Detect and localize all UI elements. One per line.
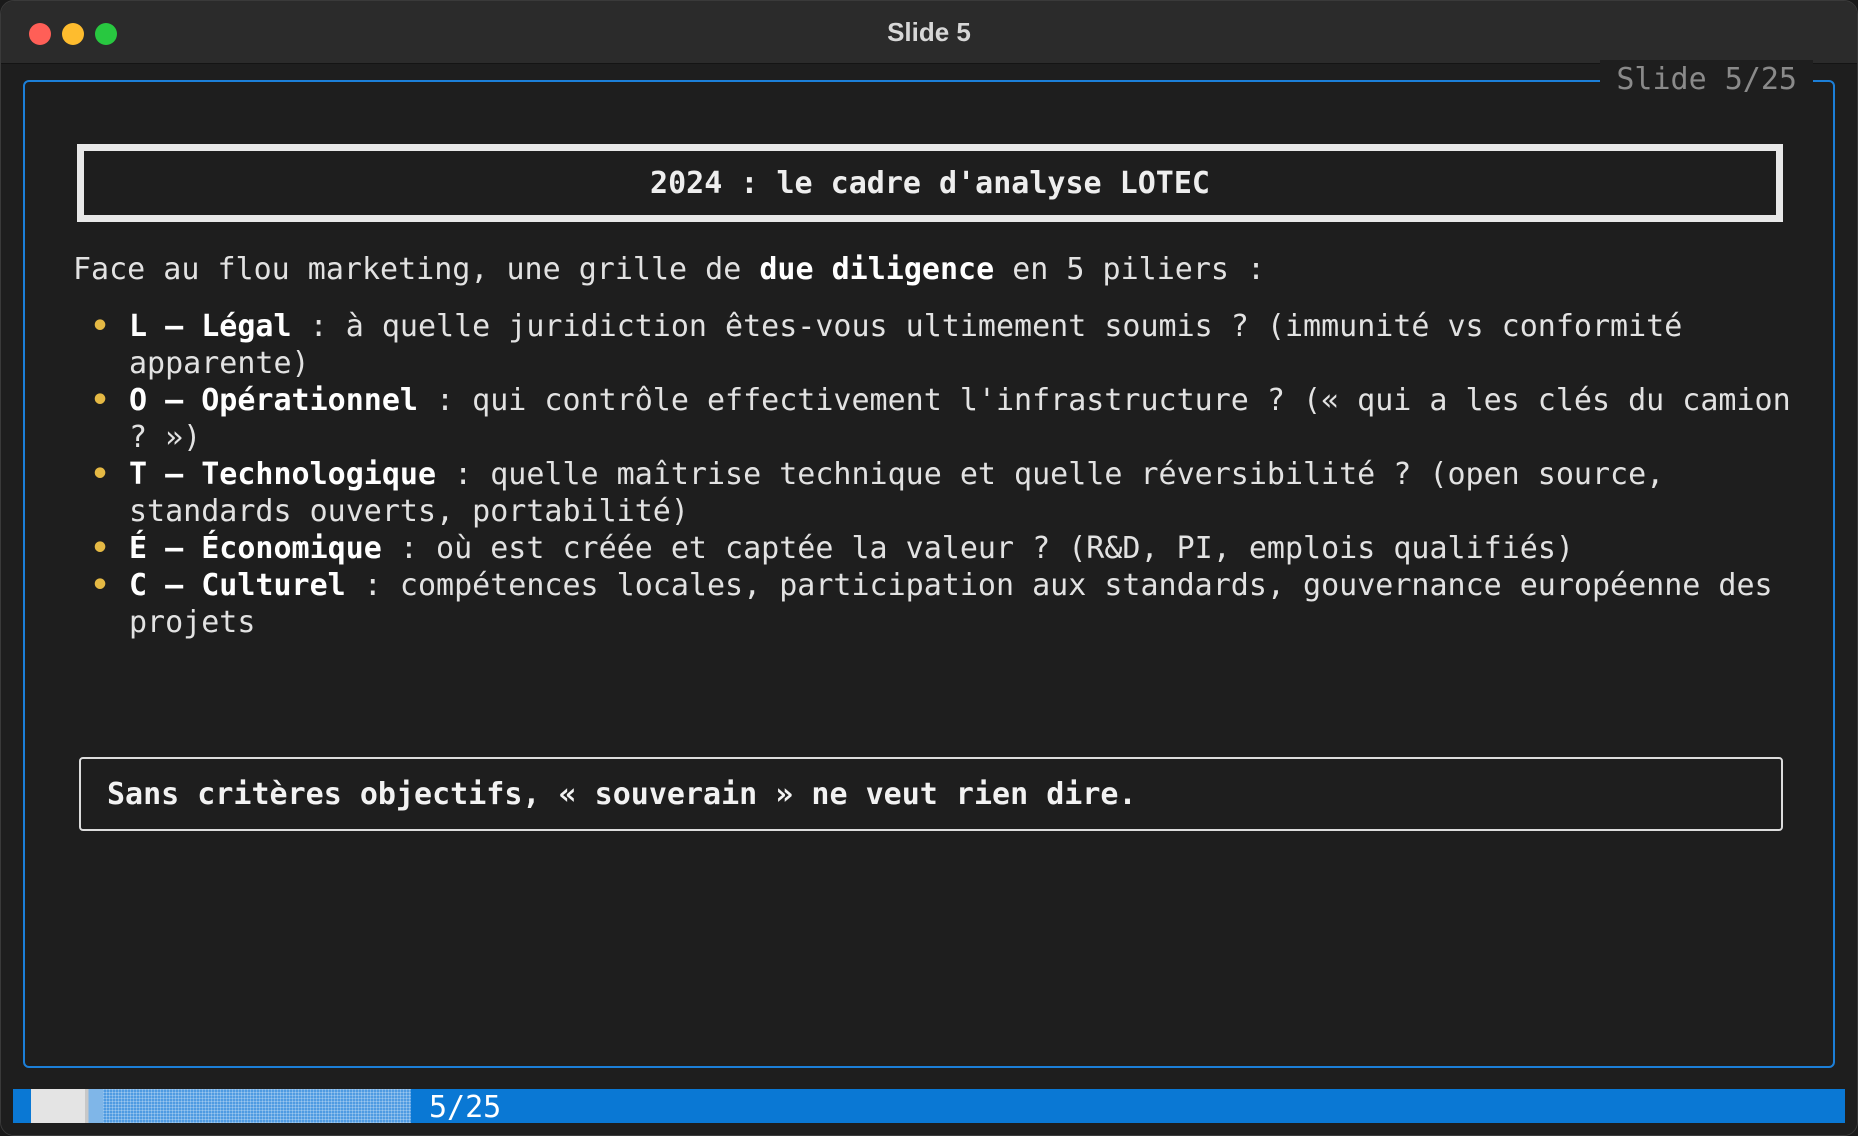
intro-text-after: en 5 piliers : (994, 252, 1266, 287)
pillar-key: C — Culturel (129, 568, 346, 603)
list-item: • O — Opérationnel : qui contrôle effect… (73, 382, 1813, 456)
bullet-icon: • (91, 568, 110, 603)
terminal-window: Slide 5 Slide 5/25 2024 : le cadre d'ana… (0, 0, 1858, 1136)
intro-emphasis: due diligence (759, 252, 995, 287)
slide-heading-box: 2024 : le cadre d'analyse LOTEC (77, 144, 1783, 222)
slide-heading: 2024 : le cadre d'analyse LOTEC (650, 165, 1210, 201)
bullet-icon: • (91, 531, 110, 566)
bullet-icon: • (91, 383, 110, 418)
progress-bar-edge (85, 1089, 103, 1123)
title-bar[interactable]: Slide 5 (1, 1, 1857, 64)
progress-bar-fill (31, 1089, 85, 1123)
pillar-description: : compétences locales, participation aux… (129, 568, 1773, 640)
pillar-key: T — Technologique (129, 457, 437, 492)
list-item: • C — Culturel : compétences locales, pa… (73, 567, 1813, 641)
slide-counter-label: Slide 5/25 (1600, 60, 1813, 100)
bullet-icon: • (91, 309, 110, 344)
list-item: • T — Technologique : quelle maîtrise te… (73, 456, 1813, 530)
status-bar: 5/25 (13, 1089, 1845, 1125)
callout-box: Sans critères objectifs, « souverain » n… (79, 757, 1783, 831)
list-item: • L — Légal : à quelle juridiction êtes-… (73, 308, 1813, 382)
progress-text: 5/25 (429, 1090, 502, 1125)
slide-frame: Slide 5/25 2024 : le cadre d'analyse LOT… (23, 60, 1835, 1068)
terminal-content: Slide 5/25 2024 : le cadre d'analyse LOT… (1, 60, 1857, 1135)
intro-text-before: Face au flou marketing, une grille de (73, 252, 760, 287)
pillar-key: L — Légal (129, 309, 292, 344)
window-title: Slide 5 (887, 17, 971, 47)
pillar-description: : où est créée et captée la valeur ? (R&… (381, 531, 1574, 566)
list-item: • É — Économique : où est créée et capté… (73, 530, 1813, 567)
pillar-key: O — Opérationnel (129, 383, 418, 418)
slide-intro: Face au flou marketing, une grille de du… (73, 250, 1265, 290)
progress-bar-track (103, 1089, 411, 1123)
pillar-list: • L — Légal : à quelle juridiction êtes-… (73, 308, 1813, 641)
pillar-key: É — Économique (129, 531, 382, 566)
callout-text: Sans critères objectifs, « souverain » n… (107, 776, 1137, 812)
pillar-description: : à quelle juridiction êtes-vous ultimem… (129, 309, 1683, 381)
bullet-icon: • (91, 457, 110, 492)
